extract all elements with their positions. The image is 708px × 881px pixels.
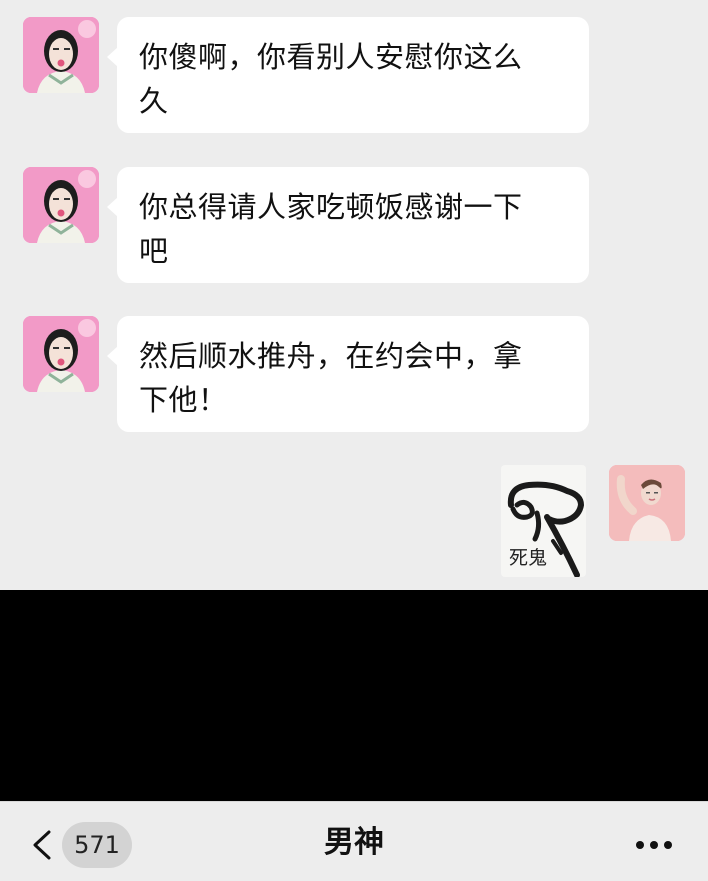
contact-avatar[interactable] — [23, 17, 99, 93]
more-options-button[interactable] — [628, 830, 678, 860]
chat-title-bar: 571 男神 — [0, 801, 708, 881]
message-text-line: 久 — [139, 84, 169, 118]
message-text-line: 你总得请人家吃顿饭感谢一下 — [139, 190, 523, 224]
message-bubble[interactable]: 然后顺水推舟，在约会中，拿 下他！ — [107, 316, 589, 432]
chevron-left-icon — [33, 830, 51, 860]
unread-count-badge: 571 — [62, 822, 132, 868]
message-bubble[interactable]: 你傻啊，你看别人安慰你这么 久 — [107, 17, 589, 133]
chat-title: 男神 — [324, 825, 384, 860]
chat-area[interactable]: 你傻啊，你看别人安慰你这么 久 你总得请人家吃顿饭感谢一下 吧 然后顺水推舟，在… — [0, 0, 708, 590]
contact-avatar[interactable] — [23, 167, 99, 243]
contact-avatar[interactable] — [23, 316, 99, 392]
redacted-area — [0, 590, 708, 801]
back-button[interactable]: 571 — [24, 822, 134, 868]
message-text-line: 然后顺水推舟，在约会中，拿 — [139, 339, 523, 373]
message-bubble[interactable]: 你总得请人家吃顿饭感谢一下 吧 — [107, 167, 589, 283]
message-text-line: 下他！ — [139, 383, 228, 417]
message-text-line: 你傻啊，你看别人安慰你这么 — [139, 40, 523, 74]
sticker-message[interactable]: 死鬼 — [501, 465, 586, 577]
sticker-caption: 死鬼 — [507, 547, 550, 569]
message-text-line: 吧 — [139, 234, 169, 268]
self-avatar[interactable] — [609, 465, 685, 541]
